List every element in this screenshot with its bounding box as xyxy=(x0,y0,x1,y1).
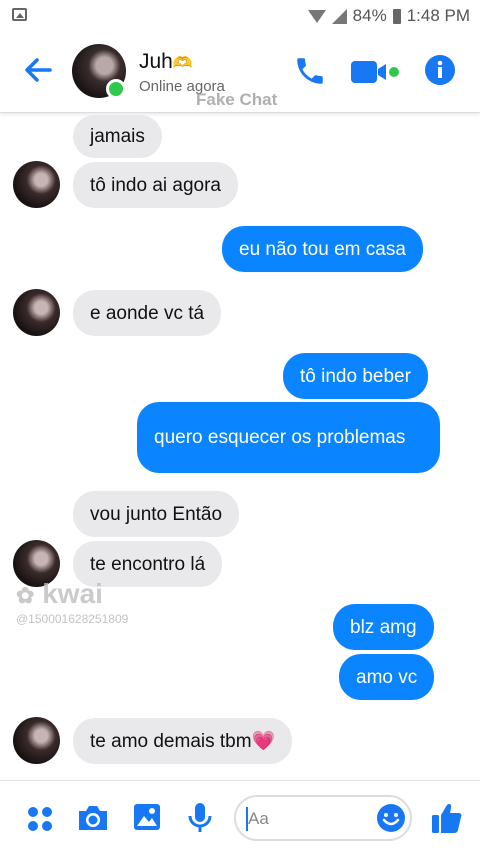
kwai-watermark: ✿ kwai xyxy=(16,578,103,609)
message-bubble[interactable]: amo vc xyxy=(339,654,435,700)
message-input[interactable]: Aa xyxy=(234,795,412,841)
fake-chat-watermark: Fake Chat xyxy=(196,90,278,109)
kwai-logo-icon: ✿ xyxy=(16,583,35,608)
apps-grid-icon[interactable] xyxy=(26,805,54,833)
message-input-placeholder: Aa xyxy=(248,809,269,828)
message-text: te amo demais tbm xyxy=(90,730,252,752)
emoji-icon[interactable] xyxy=(376,803,406,833)
message-bubble[interactable]: tô indo ai agora xyxy=(73,162,238,208)
wifi-icon xyxy=(307,9,326,23)
signal-icon xyxy=(331,8,347,24)
message-list[interactable]: jamais tô indo ai agora eu não tou em ca… xyxy=(0,113,480,780)
info-icon[interactable] xyxy=(424,54,456,86)
message-bubble[interactable]: vou junto Então xyxy=(73,491,240,537)
sender-avatar xyxy=(13,289,60,336)
back-arrow-icon[interactable] xyxy=(20,52,56,88)
battery-percent: 84% xyxy=(352,6,387,25)
status-bar: 84% 1:48 PM xyxy=(0,0,480,32)
contact-name[interactable]: Juh🫶 xyxy=(139,50,193,74)
camera-icon[interactable] xyxy=(76,803,110,833)
message-bubble[interactable]: jamais xyxy=(73,115,162,158)
clock: 1:48 PM xyxy=(406,6,470,25)
message-bubble[interactable]: e aonde vc tá xyxy=(73,290,222,336)
heart-hands-emoji: 🫶 xyxy=(172,55,193,72)
pink-heart-emoji: 💗 xyxy=(251,730,276,752)
composer-bar: Aa xyxy=(0,780,480,855)
message-bubble[interactable]: blz amg xyxy=(333,604,434,650)
chat-header: Juh🫶 Online agora Fake Chat xyxy=(0,32,480,113)
sender-avatar xyxy=(13,161,60,208)
sender-avatar xyxy=(13,717,60,764)
message-bubble[interactable]: eu não tou em casa xyxy=(222,226,423,272)
video-call-icon[interactable] xyxy=(350,58,402,86)
online-indicator xyxy=(106,79,126,99)
phone-icon[interactable] xyxy=(293,54,327,88)
image-notification-icon xyxy=(12,8,27,21)
battery-icon xyxy=(392,8,401,24)
status-right: 84% 1:48 PM xyxy=(307,6,470,26)
message-bubble[interactable]: quero esquecer os problemas xyxy=(137,402,440,473)
message-bubble[interactable]: te amo demais tbm 💗 xyxy=(73,718,293,764)
message-bubble[interactable]: tô indo beber xyxy=(283,353,428,399)
microphone-icon[interactable] xyxy=(186,801,214,835)
kwai-user-id: @150001628251809 xyxy=(16,612,129,626)
gallery-icon[interactable] xyxy=(132,802,162,832)
thumbs-up-icon[interactable] xyxy=(430,801,464,835)
